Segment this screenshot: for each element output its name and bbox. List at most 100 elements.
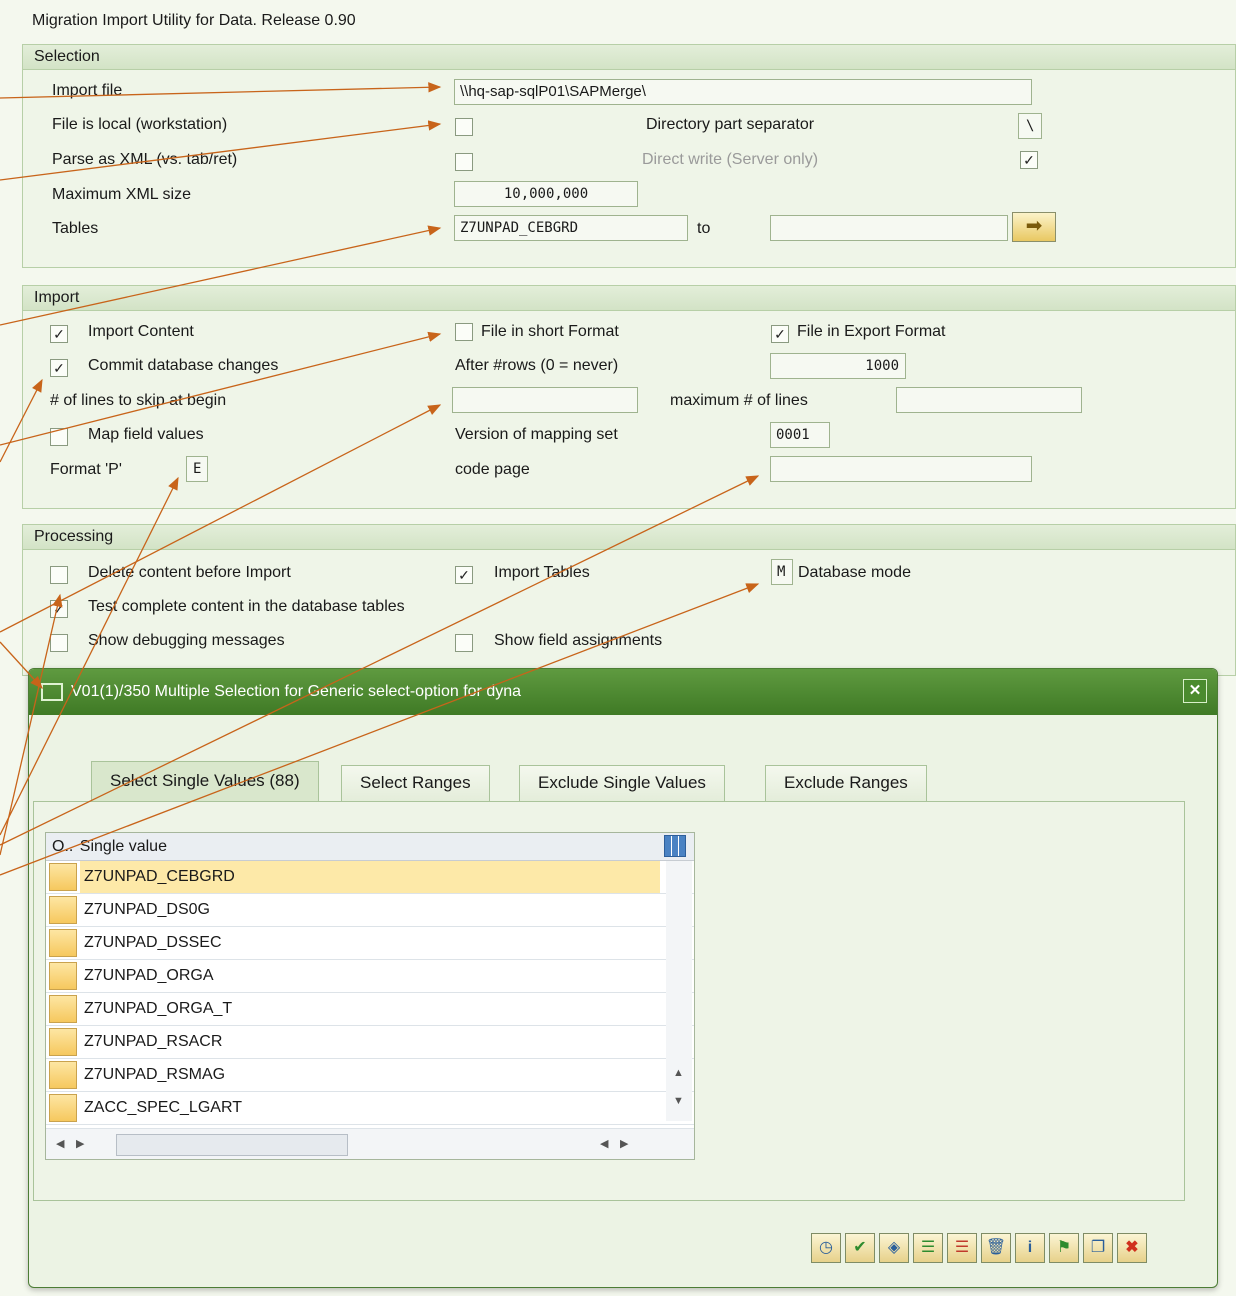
- import-tables-checkbox[interactable]: ✓: [455, 566, 473, 584]
- info-button[interactable]: i: [1015, 1233, 1045, 1263]
- row-selector[interactable]: [49, 962, 77, 990]
- row-selector[interactable]: [49, 1094, 77, 1122]
- table-row[interactable]: ZACC_SPEC_LGART: [46, 1092, 694, 1125]
- move-button[interactable]: ◈: [879, 1233, 909, 1263]
- import-content-checkbox[interactable]: ✓: [50, 325, 68, 343]
- scroll-up-icon[interactable]: ▲: [673, 1067, 684, 1079]
- flag-icon: ⚑: [1056, 1239, 1072, 1256]
- insert-row-button[interactable]: ☰: [913, 1233, 943, 1263]
- test-content-checkbox[interactable]: ✓: [50, 600, 68, 618]
- row-selector[interactable]: [49, 929, 77, 957]
- row-selector[interactable]: [49, 896, 77, 924]
- db-mode-label: Database mode: [798, 564, 911, 581]
- max-lines-label: maximum # of lines: [670, 392, 808, 409]
- field-assign-label: Show field assignments: [494, 632, 663, 649]
- debug-checkbox[interactable]: [50, 634, 68, 652]
- row-value[interactable]: Z7UNPAD_DS0G: [80, 894, 210, 926]
- dir-separator-input[interactable]: \: [1018, 113, 1042, 139]
- cancel-button[interactable]: ✖: [1117, 1233, 1147, 1263]
- row-value[interactable]: Z7UNPAD_DSSEC: [80, 927, 222, 959]
- tab-select-ranges[interactable]: Select Ranges: [341, 765, 490, 801]
- short-format-label: File in short Format: [481, 323, 619, 340]
- col-option-header[interactable]: O..: [46, 838, 73, 855]
- max-xml-input[interactable]: 10,000,000: [454, 181, 638, 207]
- table-header: O.. Single value: [46, 833, 694, 861]
- row-selector[interactable]: [49, 1028, 77, 1056]
- scroll-thumb[interactable]: [116, 1134, 348, 1156]
- tables-label: Tables: [52, 220, 99, 237]
- code-page-input[interactable]: [770, 456, 1032, 482]
- to-label: to: [697, 220, 711, 237]
- field-assign-checkbox[interactable]: [455, 634, 473, 652]
- file-local-label: File is local (workstation): [52, 116, 228, 133]
- row-selector[interactable]: [49, 995, 77, 1023]
- map-field-checkbox[interactable]: [50, 428, 68, 446]
- scroll-right-icon[interactable]: ▶: [620, 1137, 628, 1150]
- scroll-left-icon[interactable]: ◀: [56, 1137, 64, 1150]
- tables-from-input[interactable]: Z7UNPAD_CEBGRD: [454, 215, 688, 241]
- tables-to-input[interactable]: [770, 215, 1008, 241]
- flag-button[interactable]: ⚑: [1049, 1233, 1079, 1263]
- row-value[interactable]: Z7UNPAD_RSMAG: [80, 1059, 225, 1091]
- table-row[interactable]: Z7UNPAD_ORGA: [46, 960, 694, 993]
- delete-row-button[interactable]: ☰: [947, 1233, 977, 1263]
- row-selector[interactable]: [49, 863, 77, 891]
- table-row[interactable]: Z7UNPAD_DSSEC: [46, 927, 694, 960]
- dir-separator-label: Directory part separator: [646, 116, 815, 133]
- delete-content-checkbox[interactable]: [50, 566, 68, 584]
- table-row[interactable]: Z7UNPAD_CEBGRD: [46, 861, 694, 894]
- commit-label: Commit database changes: [88, 357, 279, 374]
- import-header: Import: [23, 286, 1235, 311]
- table-row[interactable]: Z7UNPAD_RSMAG: [46, 1059, 694, 1092]
- window-title: Migration Import Utility for Data. Relea…: [32, 12, 356, 29]
- table-row[interactable]: Z7UNPAD_DS0G: [46, 894, 694, 927]
- copy-icon: ❐: [1090, 1239, 1106, 1256]
- after-rows-label: After #rows (0 = never): [455, 357, 619, 374]
- db-mode-input[interactable]: M: [771, 559, 793, 585]
- horizontal-scrollbar[interactable]: ◀ ▶ ◀ ▶: [46, 1128, 694, 1159]
- tab-exclude-ranges[interactable]: Exclude Ranges: [765, 765, 927, 801]
- short-format-checkbox[interactable]: [455, 323, 473, 341]
- column-config-icon[interactable]: [664, 835, 686, 857]
- parse-xml-checkbox[interactable]: [455, 153, 473, 171]
- check-button[interactable]: ✔: [845, 1233, 875, 1263]
- scroll-left-icon[interactable]: ◀: [600, 1137, 608, 1150]
- max-lines-input[interactable]: [896, 387, 1082, 413]
- vertical-scrollbar[interactable]: ▲ ▼: [666, 861, 692, 1121]
- export-format-checkbox[interactable]: ✓: [771, 325, 789, 343]
- col-value-header[interactable]: Single value: [78, 838, 167, 855]
- copy-button[interactable]: ❐: [1083, 1233, 1113, 1263]
- import-content-label: Import Content: [88, 323, 194, 340]
- tab-select-single[interactable]: Select Single Values (88): [91, 761, 319, 801]
- scroll-right-icon[interactable]: ▶: [76, 1137, 84, 1150]
- execute-button[interactable]: ◷: [811, 1233, 841, 1263]
- dialog-window-icon: [41, 682, 63, 701]
- file-local-checkbox[interactable]: [455, 118, 473, 136]
- direct-write-checkbox[interactable]: ✓: [1020, 151, 1038, 169]
- row-value[interactable]: Z7UNPAD_ORGA: [80, 960, 214, 992]
- import-tables-label: Import Tables: [494, 564, 590, 581]
- row-value[interactable]: Z7UNPAD_RSACR: [80, 1026, 222, 1058]
- format-p-input[interactable]: E: [186, 456, 208, 482]
- trash-icon: 🗑: [985, 1239, 1007, 1256]
- row-value[interactable]: ZACC_SPEC_LGART: [80, 1092, 242, 1124]
- skip-lines-input[interactable]: [452, 387, 638, 413]
- table-row[interactable]: Z7UNPAD_ORGA_T: [46, 993, 694, 1026]
- debug-label: Show debugging messages: [88, 632, 285, 649]
- dialog-close-button[interactable]: ✕: [1183, 679, 1207, 703]
- mapping-version-input[interactable]: 0001: [770, 422, 830, 448]
- row-selector[interactable]: [49, 1061, 77, 1089]
- execute-icon: ◷: [819, 1239, 833, 1256]
- single-values-table: O.. Single value Z7UNPAD_CEBGRD Z7UNPAD_…: [45, 832, 695, 1160]
- multiple-selection-button[interactable]: ➡: [1012, 212, 1056, 242]
- after-rows-input[interactable]: 1000: [770, 353, 906, 379]
- row-value[interactable]: Z7UNPAD_ORGA_T: [80, 993, 232, 1025]
- scroll-down-icon[interactable]: ▼: [673, 1095, 684, 1107]
- trash-button[interactable]: 🗑: [981, 1233, 1011, 1263]
- row-value[interactable]: Z7UNPAD_CEBGRD: [80, 861, 660, 893]
- tab-exclude-single[interactable]: Exclude Single Values: [519, 765, 725, 801]
- commit-checkbox[interactable]: ✓: [50, 359, 68, 377]
- info-icon: i: [1027, 1239, 1033, 1256]
- import-file-input[interactable]: \\hq-sap-sqlP01\SAPMerge\: [454, 79, 1032, 105]
- table-row[interactable]: Z7UNPAD_RSACR: [46, 1026, 694, 1059]
